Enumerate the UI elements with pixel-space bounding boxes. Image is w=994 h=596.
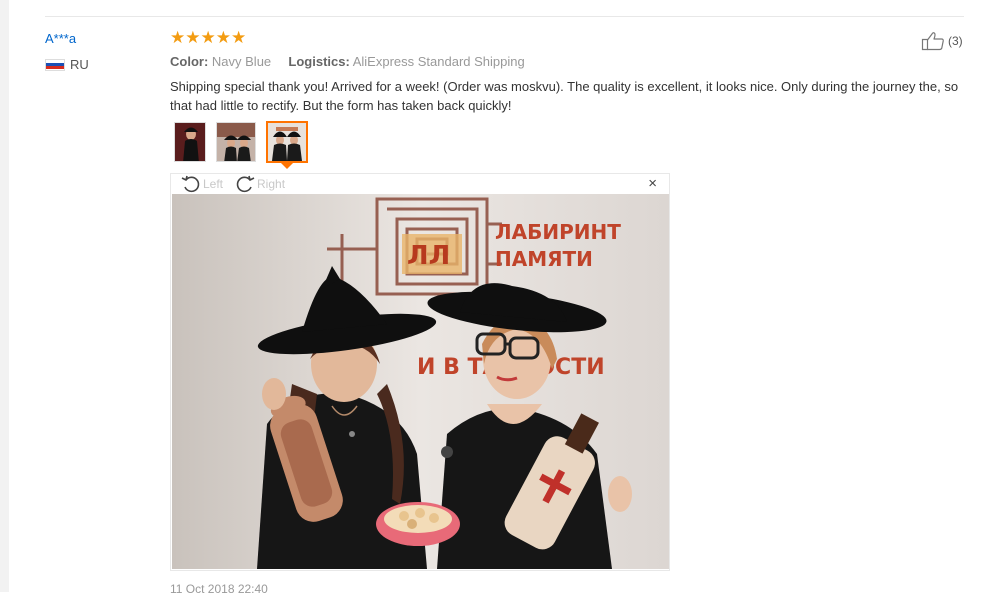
rotate-left-label: Left [203, 177, 224, 191]
review-photo-thumbnail-2[interactable] [216, 122, 256, 162]
review-text: Shipping special thank you! Arrived for … [170, 79, 959, 113]
star-icon: ★ [200, 28, 216, 47]
reviewer-country: RU [45, 57, 89, 72]
page-left-edge [0, 0, 9, 592]
rotate-right-icon [236, 175, 255, 193]
order-attributes: Color: Navy Blue Logistics: AliExpress S… [170, 54, 525, 69]
color-label: Color: [170, 54, 209, 69]
review-photo-thumbnail-3[interactable] [266, 121, 308, 163]
review-thumbnails [174, 121, 318, 163]
star-icon: ★ [231, 28, 247, 47]
review-divider [45, 16, 964, 17]
star-icon: ★ [170, 28, 186, 47]
country-code: RU [70, 57, 89, 72]
star-icon: ★ [185, 28, 201, 47]
wall-sign-line-2: ПАМЯТИ [495, 247, 593, 271]
wall-sign-line-1: ЛАБИРИНТ [495, 220, 621, 244]
helpful-count: (3) [948, 34, 963, 48]
thumb-up-icon [921, 32, 944, 51]
russia-flag-icon [45, 58, 65, 71]
review-date: 11 Oct 2018 22:40 [170, 582, 268, 596]
helpful-button[interactable]: (3) [921, 31, 963, 51]
logistics-label: Logistics: [288, 54, 350, 69]
active-thumbnail-pointer [281, 163, 293, 169]
review-photo: ЛЛ ЛАБИРИНТ ПАМЯТИ И В ТАЙНОСТИ [172, 194, 669, 569]
reviewer-name[interactable]: A***a [45, 31, 76, 46]
star-icon: ★ [215, 28, 231, 47]
review-photo-thumbnail-1[interactable] [174, 122, 206, 162]
rotate-right-button[interactable]: Right [235, 175, 285, 193]
rotate-left-icon [181, 175, 200, 193]
photo-viewer: Left Right × ЛЛ ЛАБИРИНТ ПАМЯТИ И В [170, 173, 670, 571]
color-value: Navy Blue [211, 54, 272, 69]
svg-text:ЛЛ: ЛЛ [407, 241, 450, 271]
close-icon[interactable]: × [648, 176, 657, 192]
logistics-value: AliExpress Standard Shipping [352, 54, 525, 69]
star-rating: ★ ★ ★ ★ ★ [170, 29, 246, 47]
rotate-right-label: Right [257, 177, 286, 191]
viewer-toolbar: Left Right × [171, 174, 669, 194]
rotate-left-button[interactable]: Left [181, 175, 223, 193]
